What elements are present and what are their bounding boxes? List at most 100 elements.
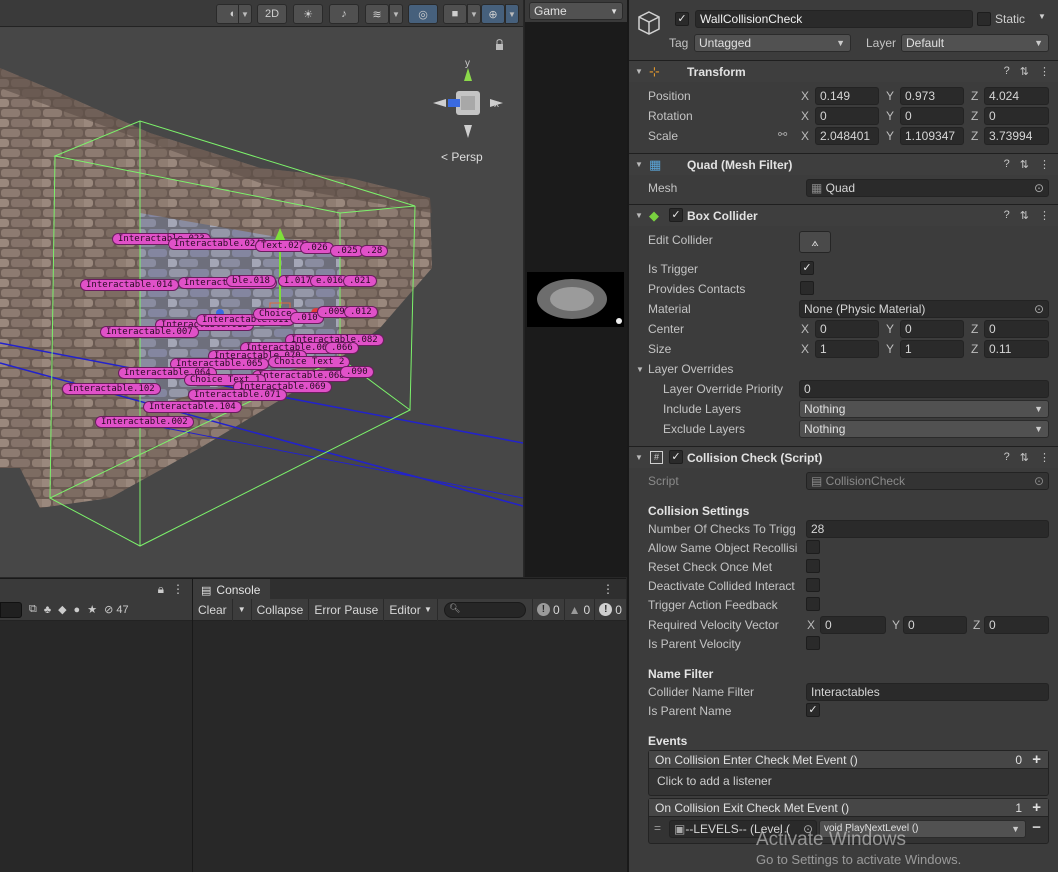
override-priority-field[interactable]: 0 <box>799 380 1049 398</box>
scale-y-field[interactable]: 1.109347 <box>900 127 964 145</box>
drag-handle-icon[interactable]: = <box>654 821 661 835</box>
transform-header[interactable]: ▼ ⊹ Transform ? ⇅ ⋮ <box>629 60 1058 82</box>
layer-dropdown[interactable]: Default ▼ <box>901 34 1049 52</box>
error-filter-toggle[interactable]: ! 0 <box>594 598 626 621</box>
kebab-menu-icon[interactable]: ⋮ <box>1039 65 1050 78</box>
deactivate-checkbox[interactable] <box>806 578 820 592</box>
mesh-filter-header[interactable]: ▼ ▦ Quad (Mesh Filter) ? ⇅ ⋮ <box>629 153 1058 175</box>
kebab-menu-icon[interactable]: ⋮ <box>1039 158 1050 171</box>
error-pause-button[interactable]: Error Pause <box>309 598 385 621</box>
center-z-field[interactable]: 0 <box>984 320 1049 338</box>
kebab-menu-icon[interactable]: ⋮ <box>1039 451 1050 464</box>
help-icon[interactable]: ? <box>1004 451 1010 464</box>
fold-arrow-icon[interactable]: ▼ <box>635 160 643 169</box>
collider-name-field[interactable]: Interactables <box>806 683 1049 701</box>
link-icon[interactable]: ⚯ <box>778 128 787 141</box>
static-checkbox[interactable] <box>977 12 991 26</box>
filter-type-icon[interactable]: ♣ <box>44 604 51 616</box>
edit-collider-button[interactable]: ⟑ <box>799 231 831 253</box>
velocity-z-field[interactable]: 0 <box>984 616 1049 634</box>
lighting-toggle-button[interactable]: ☀ <box>293 4 323 24</box>
clear-button[interactable]: Clear <box>193 598 233 621</box>
warning-filter-toggle[interactable]: ▲ 0 <box>563 598 595 621</box>
collision-check-header[interactable]: ▼ # ✓ Collision Check (Script) ? ⇅ ⋮ <box>629 446 1058 468</box>
rotation-x-field[interactable]: 0 <box>815 107 879 125</box>
trigger-feedback-checkbox[interactable] <box>806 597 820 611</box>
projection-label[interactable]: < Persp <box>441 150 483 164</box>
preset-icon[interactable]: ⇅ <box>1020 451 1029 464</box>
reset-check-checkbox[interactable] <box>806 559 820 573</box>
num-checks-field[interactable]: 28 <box>806 520 1049 538</box>
mesh-object-field[interactable]: ▦ Quad ⊙ <box>806 179 1049 197</box>
preset-icon[interactable]: ⇅ <box>1020 65 1029 78</box>
collapse-button[interactable]: Collapse <box>252 598 310 621</box>
info-filter-toggle[interactable]: ! 0 <box>531 598 564 621</box>
target-icon[interactable]: ⊙ <box>1034 301 1044 317</box>
center-y-field[interactable]: 0 <box>900 320 964 338</box>
kebab-menu-icon[interactable]: ⋮ <box>1039 209 1050 222</box>
position-z-field[interactable]: 4.024 <box>984 87 1049 105</box>
add-listener-button[interactable]: + <box>1032 751 1041 768</box>
fold-arrow-icon[interactable]: ▼ <box>635 453 643 462</box>
remove-listener-button[interactable]: − <box>1032 819 1041 836</box>
velocity-y-field[interactable]: 0 <box>903 616 967 634</box>
kebab-menu-icon[interactable]: ⋮ <box>172 582 184 596</box>
filter-label-icon[interactable]: ◆ <box>58 603 66 616</box>
material-object-field[interactable]: None (Physic Material) ⊙ <box>799 300 1049 318</box>
effects-dropdown-caret[interactable]: ▼ <box>389 4 403 24</box>
toggle-2d-button[interactable]: 2D <box>257 4 287 24</box>
parent-name-checkbox[interactable]: ✓ <box>806 703 820 717</box>
game-view[interactable]: Game ▼ <box>524 0 627 577</box>
preset-icon[interactable]: ⇅ <box>1020 158 1029 171</box>
allow-same-checkbox[interactable] <box>806 540 820 554</box>
size-z-field[interactable]: 0.11 <box>984 340 1049 358</box>
add-listener-button[interactable]: + <box>1032 799 1041 816</box>
shading-dropdown-caret[interactable]: ▼ <box>238 4 252 24</box>
box-collider-header[interactable]: ▼ ◆ ✓ Box Collider ? ⇅ ⋮ <box>629 204 1058 226</box>
help-icon[interactable]: ? <box>1004 158 1010 171</box>
audio-toggle-button[interactable]: ♪ <box>329 4 359 24</box>
position-x-field[interactable]: 0.149 <box>815 87 879 105</box>
tab-console[interactable]: ▤ Console <box>193 579 271 599</box>
gizmos-button[interactable]: ⊕ <box>481 4 505 24</box>
size-x-field[interactable]: 1 <box>815 340 879 358</box>
include-layers-dropdown[interactable]: Nothing ▼ <box>799 400 1049 418</box>
save-search-icon[interactable]: ⧉ <box>29 603 37 616</box>
provides-contacts-checkbox[interactable] <box>800 281 814 295</box>
favorite-star-icon[interactable]: ★ <box>87 603 97 616</box>
scale-x-field[interactable]: 2.048401 <box>815 127 879 145</box>
active-checkbox[interactable]: ✓ <box>675 12 689 26</box>
scene-canvas[interactable]: y x < Persp Interactable.023 Interactabl… <box>0 28 523 577</box>
preset-icon[interactable]: ⇅ <box>1020 209 1029 222</box>
position-y-field[interactable]: 0.973 <box>900 87 964 105</box>
fold-arrow-icon[interactable]: ▼ <box>636 365 644 374</box>
size-y-field[interactable]: 1 <box>900 340 964 358</box>
collision-check-enabled-checkbox[interactable]: ✓ <box>669 450 683 464</box>
game-view-select[interactable]: Game ▼ <box>529 2 623 20</box>
object-name-field[interactable]: WallCollisionCheck <box>695 10 973 28</box>
gizmos-dropdown-caret[interactable]: ▼ <box>505 4 519 24</box>
layer-overrides-foldout[interactable]: Layer Overrides <box>648 362 733 376</box>
velocity-x-field[interactable]: 0 <box>820 616 886 634</box>
box-collider-enabled-checkbox[interactable]: ✓ <box>669 208 683 222</box>
clear-options-dropdown[interactable]: ▼ <box>233 598 252 621</box>
rotation-y-field[interactable]: 0 <box>900 107 964 125</box>
parent-velocity-checkbox[interactable] <box>806 636 820 650</box>
camera-button[interactable]: ■ <box>443 4 467 24</box>
help-icon[interactable]: ? <box>1004 65 1010 78</box>
project-search-input[interactable] <box>0 601 22 618</box>
scene-view[interactable]: ◐ ▼ 2D ☀ ♪ ≋ ▼ ◎ ■ ▼ ⊕ ▼ y x < Persp Int… <box>0 0 523 577</box>
exclude-layers-dropdown[interactable]: Nothing ▼ <box>799 420 1049 438</box>
is-trigger-checkbox[interactable]: ✓ <box>800 261 814 275</box>
console-search-input[interactable]: 🔍︎ <box>443 601 526 618</box>
rotation-z-field[interactable]: 0 <box>984 107 1049 125</box>
camera-dropdown-caret[interactable]: ▼ <box>467 4 481 24</box>
help-icon[interactable]: ? <box>1004 209 1010 222</box>
center-x-field[interactable]: 0 <box>815 320 879 338</box>
kebab-menu-icon[interactable]: ⋮ <box>602 579 626 599</box>
fold-arrow-icon[interactable]: ▼ <box>635 211 643 220</box>
filter-log-icon[interactable]: ● <box>74 604 81 616</box>
fold-arrow-icon[interactable]: ▼ <box>635 67 643 76</box>
tag-dropdown[interactable]: Untagged ▼ <box>694 34 851 52</box>
scale-z-field[interactable]: 3.73994 <box>984 127 1049 145</box>
